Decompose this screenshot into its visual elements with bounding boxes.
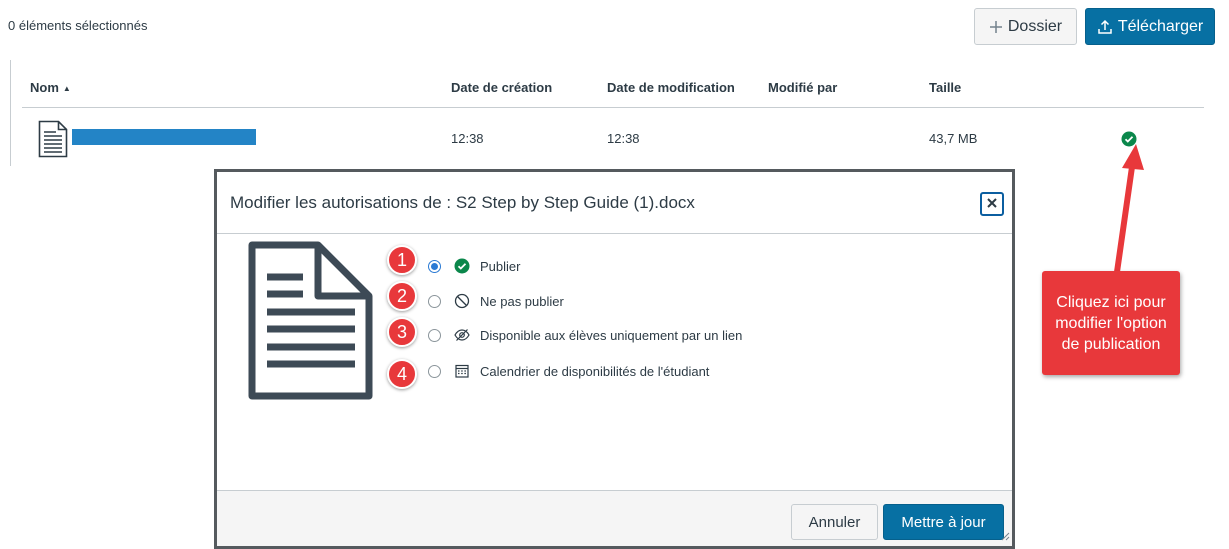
- file-size: 43,7 MB: [929, 131, 978, 146]
- column-header-modified-by[interactable]: Modifié par: [768, 80, 837, 95]
- publish-label: Publier: [480, 258, 521, 274]
- schedule-label: Calendrier de disponibilités de l'étudia…: [480, 363, 710, 379]
- list-left-divider: [10, 60, 11, 166]
- step-badge-1: 1: [387, 245, 417, 275]
- hidden-eye-icon: [454, 327, 470, 343]
- callout-box: Cliquez ici pour modifier l'option de pu…: [1042, 271, 1180, 375]
- add-folder-label: Dossier: [1007, 17, 1063, 35]
- sort-ascending-icon: ▲: [62, 84, 71, 94]
- link-only-radio[interactable]: [428, 328, 441, 342]
- callout-arrow: [1114, 144, 1144, 275]
- column-header-modified[interactable]: Date de modification: [607, 80, 735, 95]
- calendar-icon: [454, 363, 470, 379]
- document-icon: [38, 120, 68, 161]
- file-name-redacted[interactable]: [72, 129, 256, 145]
- column-header-name[interactable]: Nom ▲: [30, 80, 71, 95]
- step-badge-4: 4: [387, 359, 417, 389]
- add-folder-button[interactable]: Dossier: [974, 8, 1077, 45]
- close-icon: [986, 197, 998, 212]
- close-button[interactable]: [980, 192, 1004, 216]
- published-check-icon: [454, 258, 470, 274]
- schedule-radio[interactable]: [428, 364, 441, 378]
- selected-count: 0 éléments sélectionnés: [8, 18, 148, 33]
- upload-label: Télécharger: [1117, 17, 1204, 35]
- step-badge-2: 2: [387, 281, 417, 311]
- resize-grip-icon[interactable]: [1000, 529, 1010, 544]
- plus-icon: [989, 20, 1003, 34]
- column-header-created[interactable]: Date de création: [451, 80, 552, 95]
- document-large-icon: [247, 240, 375, 405]
- dialog-header: Modifier les autorisations de : S2 Step …: [217, 172, 1012, 234]
- link-only-label: Disponible aux élèves uniquement par un …: [480, 327, 743, 343]
- cancel-button[interactable]: Annuler: [791, 504, 878, 540]
- header-divider: [22, 107, 1204, 108]
- update-button[interactable]: Mettre à jour: [883, 504, 1004, 540]
- file-created: 12:38: [451, 131, 484, 146]
- option-unpublish[interactable]: Ne pas publier: [428, 291, 564, 311]
- file-modified: 12:38: [607, 131, 640, 146]
- unpublish-label: Ne pas publier: [480, 293, 564, 309]
- option-publish[interactable]: Publier: [428, 256, 520, 276]
- step-badge-3: 3: [387, 317, 417, 347]
- unpublish-radio[interactable]: [428, 294, 441, 308]
- column-header-size[interactable]: Taille: [929, 80, 961, 95]
- publish-radio[interactable]: [428, 259, 441, 273]
- dialog-footer: Annuler Mettre à jour: [217, 490, 1012, 546]
- permissions-dialog: Modifier les autorisations de : S2 Step …: [214, 169, 1015, 549]
- option-schedule[interactable]: Calendrier de disponibilités de l'étudia…: [428, 361, 709, 381]
- not-published-icon: [454, 293, 470, 309]
- dialog-title: Modifier les autorisations de : S2 Step …: [230, 193, 695, 212]
- option-link-only[interactable]: Disponible aux élèves uniquement par un …: [428, 325, 742, 345]
- upload-icon: [1097, 19, 1113, 35]
- upload-button[interactable]: Télécharger: [1085, 8, 1215, 45]
